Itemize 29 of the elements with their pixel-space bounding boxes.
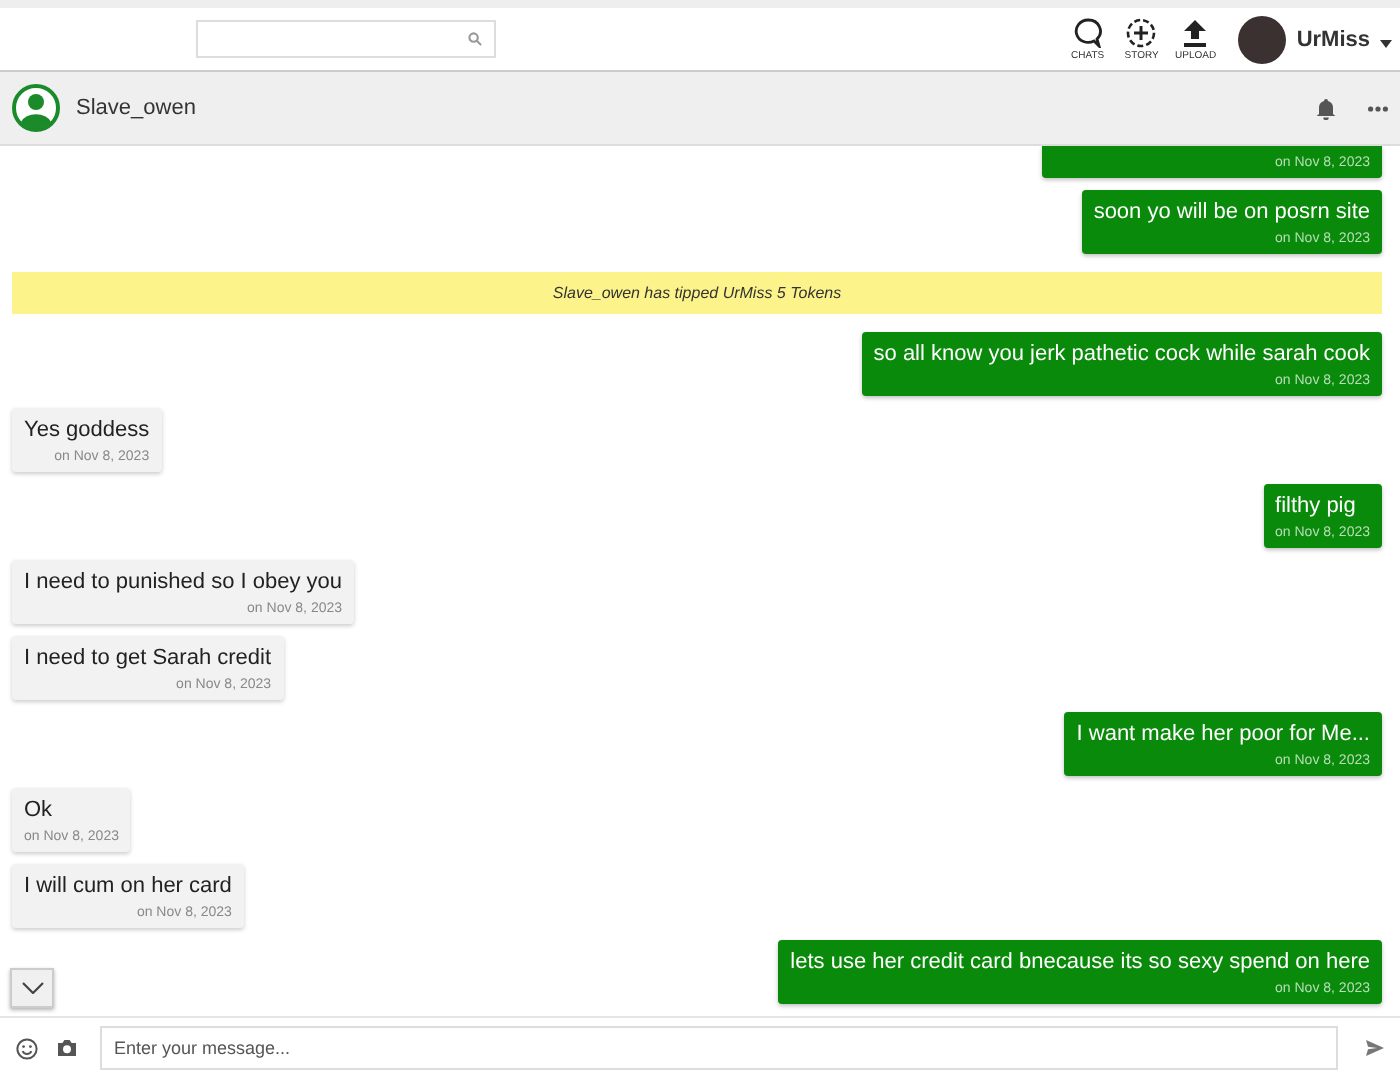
message-text: I need to punished so I obey you	[24, 570, 343, 596]
message-text: Ok	[24, 798, 55, 824]
more-icon[interactable]	[1368, 105, 1388, 111]
message-text: soon yo will be on posrn site	[1093, 200, 1370, 226]
message-text: I will cum on her card	[24, 874, 232, 900]
send-icon[interactable]	[1366, 1040, 1384, 1056]
scroll-down-button[interactable]	[10, 968, 54, 1008]
message-text: filthy pig	[1275, 494, 1358, 520]
search-field[interactable]	[196, 20, 496, 58]
camera-icon[interactable]	[56, 1038, 78, 1058]
message-text: so all know you jerk pathetic cock while sarah cook	[873, 342, 1370, 368]
chevron-down-icon	[21, 982, 43, 994]
search-icon	[468, 32, 482, 46]
caret-icon[interactable]	[1380, 39, 1392, 47]
chat-bubble-icon	[1073, 17, 1102, 47]
message-text: lets use her credit card bnecause its so sexy spend on here	[790, 950, 1370, 976]
message-input[interactable]: Enter your message...	[100, 1026, 1338, 1070]
avatar-icon[interactable]	[12, 84, 60, 132]
plus-circle-icon	[1126, 17, 1157, 47]
upload-icon	[1182, 17, 1209, 47]
message-text: Yes goddess	[24, 418, 150, 444]
username[interactable]: UrMiss	[1296, 27, 1370, 51]
tip-notice: Slave_owen has tipped UrMiss 5 Tokens	[12, 272, 1382, 314]
message-text: I need to get Sarah credit	[24, 646, 272, 672]
smiley-icon[interactable]	[16, 1037, 38, 1059]
bell-icon[interactable]	[1316, 97, 1336, 119]
message-text: I want make her poor for Me...	[1076, 722, 1370, 748]
contact-name[interactable]: Slave_owen	[76, 96, 196, 120]
avatar[interactable]	[1238, 15, 1287, 63]
